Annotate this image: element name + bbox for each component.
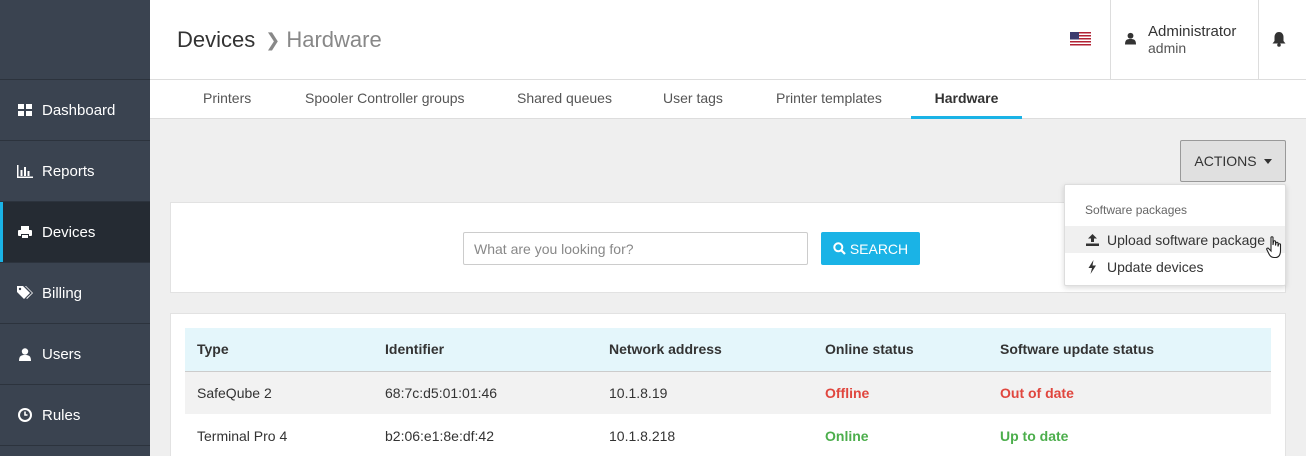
cell-update-status: Out of date [988,371,1271,414]
upload-icon [1086,233,1099,246]
tab-printer-templates[interactable]: Printer templates [776,80,882,119]
breadcrumb-devices[interactable]: Devices [177,27,255,53]
user-name: Administrator [1148,23,1237,40]
sidebar-item-label: Dashboard [42,101,116,119]
sidebar-item-devices[interactable]: Devices [0,202,150,263]
menu-item-label: Update devices [1107,258,1204,275]
search-button[interactable]: SEARCH [821,232,920,265]
tab-spooler-controller-groups[interactable]: Spooler Controller groups [305,80,465,119]
menu-item-upload-software-package[interactable]: Upload software package [1065,226,1285,253]
sidebar-item-label: Devices [42,223,96,241]
tab-user-tags[interactable]: User tags [663,80,723,119]
actions-dropdown-menu: Software packages Upload software packag… [1064,184,1286,286]
printer-icon [16,224,34,240]
table-row[interactable]: Terminal Pro 4 b2:06:e1:8e:df:42 10.1.8.… [185,414,1271,456]
cell-type: Terminal Pro 4 [197,427,288,444]
search-button-label: SEARCH [849,240,909,257]
hardware-table: Type Identifier Network address Online s… [185,328,1271,456]
cell-type: SafeQube 2 [185,371,373,414]
cell-identifier: b2:06:e1:8e:df:42 [385,427,494,444]
chevron-right-icon: ❯ [265,29,281,50]
cell-identifier: 68:7c:d5:01:01:46 [373,371,597,414]
bar-chart-icon [16,163,34,179]
sidebar-item-label: Reports [42,162,95,180]
user-menu[interactable]: Administrator admin [1110,0,1259,80]
tab-printers[interactable]: Printers [203,80,251,119]
sidebar: Dashboard Reports Devices Billing Users … [0,0,150,456]
sidebar-item-users[interactable]: Users [0,324,150,385]
top-header: Devices ❯ Hardware Administrator admin [150,0,1306,80]
cell-update-status: Up to date [1000,427,1069,444]
hand-cursor-icon [1266,236,1282,259]
bell-icon[interactable] [1272,32,1286,47]
user-icon [1125,32,1136,45]
column-header-identifier[interactable]: Identifier [373,328,597,372]
clock-icon [16,407,34,423]
column-header-type[interactable]: Type [185,328,373,372]
column-header-online-status[interactable]: Online status [813,328,988,372]
sidebar-item-dashboard[interactable]: Dashboard [0,80,150,141]
search-input[interactable] [463,232,808,265]
breadcrumb: Devices ❯ Hardware [177,27,382,53]
us-flag-icon[interactable] [1070,32,1091,47]
sidebar-logo-area [0,0,150,80]
column-header-software-update-status[interactable]: Software update status [988,328,1271,372]
cell-network-address: 10.1.8.19 [597,371,813,414]
sidebar-item-rules[interactable]: Rules [0,385,150,446]
breadcrumb-hardware: Hardware [286,27,382,52]
dashboard-icon [16,102,34,118]
search-icon [833,242,846,255]
sidebar-item-label: Rules [42,406,81,424]
table-row[interactable]: SafeQube 2 68:7c:d5:01:01:46 10.1.8.19 O… [185,371,1271,414]
menu-item-label: Upload software package [1107,231,1265,248]
tab-hardware[interactable]: Hardware [911,80,1022,119]
hardware-table-panel: Type Identifier Network address Online s… [170,313,1286,456]
cell-online-status: Offline [813,371,988,414]
actions-button[interactable]: ACTIONS [1180,140,1286,182]
sidebar-item-reports[interactable]: Reports [0,141,150,202]
tab-shared-queues[interactable]: Shared queues [517,80,612,119]
cell-network-address: 10.1.8.218 [609,427,676,444]
sidebar-item-label: Billing [42,284,83,302]
dropdown-section-header: Software packages [1085,203,1188,217]
tags-icon [16,285,34,301]
cell-online-status: Online [825,427,869,444]
bolt-icon [1088,259,1096,274]
user-icon [16,346,34,362]
sidebar-item-label: Users [42,345,82,363]
sidebar-item-billing[interactable]: Billing [0,263,150,324]
caret-down-icon [1263,158,1272,164]
user-role: admin [1148,40,1187,56]
column-header-network-address[interactable]: Network address [597,328,813,372]
tab-bar: Printers Spooler Controller groups Share… [150,80,1306,119]
menu-item-update-devices[interactable]: Update devices [1065,253,1285,280]
table-header-row: Type Identifier Network address Online s… [185,328,1271,372]
actions-label: ACTIONS [1194,153,1257,169]
